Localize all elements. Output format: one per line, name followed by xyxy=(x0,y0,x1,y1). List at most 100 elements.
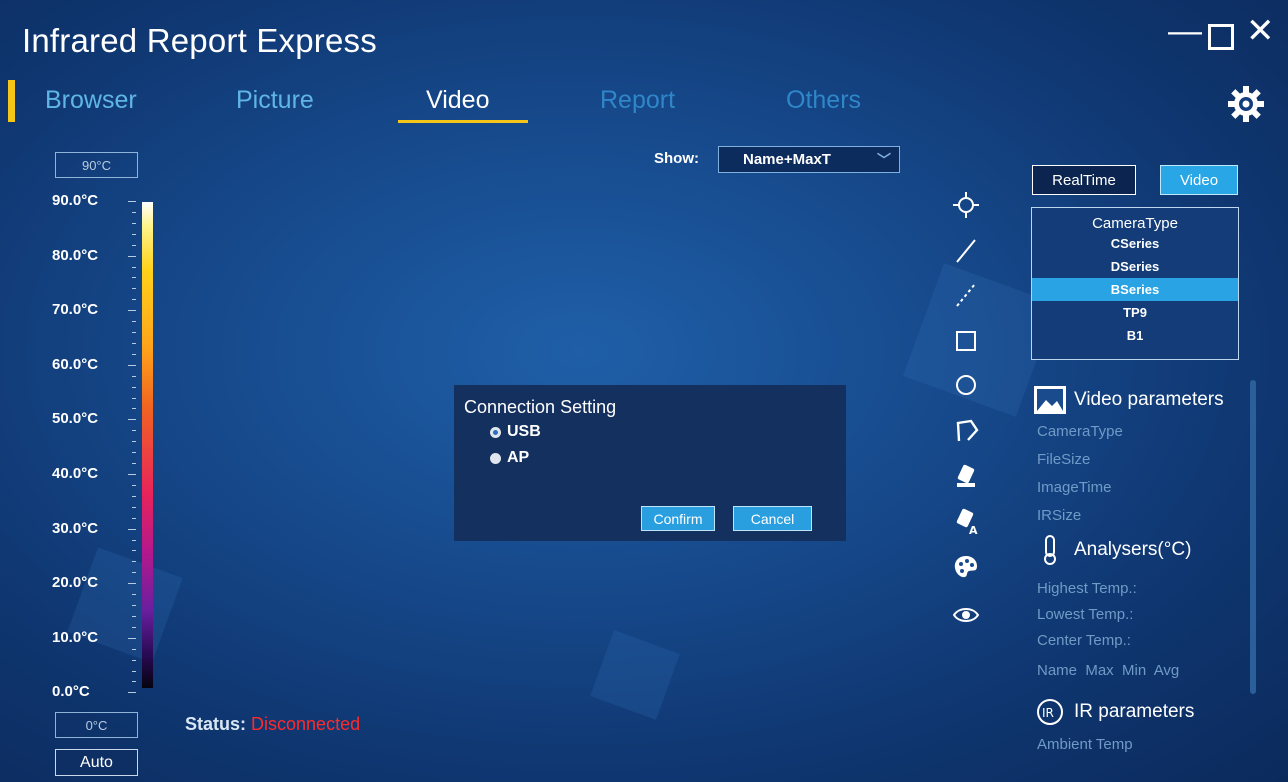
scale-minor-tick xyxy=(132,670,136,672)
video-params-title: Video parameters xyxy=(1074,389,1224,410)
scale-minor-tick xyxy=(132,277,136,279)
auto-button[interactable]: Auto xyxy=(55,749,138,776)
analysers-header: Analysers(°C) xyxy=(1032,534,1191,566)
crosshair-icon[interactable] xyxy=(951,190,981,220)
close-button[interactable]: ✕ xyxy=(1246,14,1275,48)
show-select-value: Name+MaxT xyxy=(743,151,831,168)
status-label: Status: xyxy=(185,714,247,734)
camera-item-b1[interactable]: B1 xyxy=(1032,324,1238,347)
usb-radio[interactable] xyxy=(490,426,501,438)
video-button[interactable]: Video xyxy=(1160,165,1238,195)
scale-minor-tick xyxy=(132,615,136,617)
scale-tick xyxy=(128,310,136,312)
analyser-highest: Highest Temp.: xyxy=(1037,580,1137,597)
eraser-icon[interactable] xyxy=(951,462,981,492)
show-label: Show: xyxy=(654,150,699,167)
background-shape xyxy=(590,630,680,720)
scale-label: 20.0°C xyxy=(52,574,99,592)
eye-icon[interactable] xyxy=(951,600,981,630)
scale-label: 10.0°C xyxy=(52,628,99,646)
eraser-text-icon[interactable]: A xyxy=(951,506,981,536)
scale-minor-tick xyxy=(132,648,136,650)
right-panel-scrollbar[interactable] xyxy=(1250,380,1256,694)
rectangle-icon[interactable] xyxy=(951,326,981,356)
scale-minor-tick xyxy=(132,441,136,443)
analysers-title: Analysers(°C) xyxy=(1074,539,1192,560)
scale-minor-tick xyxy=(132,681,136,683)
tab-report[interactable]: Report xyxy=(600,86,675,115)
tab-others[interactable]: Others xyxy=(786,86,861,115)
circle-icon[interactable] xyxy=(951,370,981,400)
active-tab-underline xyxy=(398,120,528,123)
scale-minor-tick xyxy=(132,550,136,552)
camera-item-tp9[interactable]: TP9 xyxy=(1032,301,1238,324)
camera-item-cseries[interactable]: CSeries xyxy=(1032,232,1238,255)
tab-picture[interactable]: Picture xyxy=(236,86,314,115)
minimize-button[interactable]: — xyxy=(1168,14,1202,48)
scale-minor-tick xyxy=(132,397,136,399)
analyser-center: Center Temp.: xyxy=(1037,632,1131,649)
palette-icon[interactable] xyxy=(951,552,981,582)
ir-params-header: IR IR parameters xyxy=(1032,696,1194,728)
analyser-columns: Name Max Min Avg xyxy=(1037,662,1180,679)
ir-ambient-temp: Ambient Temp xyxy=(1037,736,1133,753)
scale-tick xyxy=(128,528,136,530)
ap-radio-option[interactable]: AP xyxy=(490,449,529,467)
dashed-line-icon[interactable] xyxy=(951,280,981,310)
dialog-title: Connection Setting xyxy=(464,397,617,417)
scale-tick xyxy=(128,583,136,585)
scale-minor-tick xyxy=(132,430,136,432)
color-scale-bar xyxy=(142,202,153,688)
line-icon[interactable] xyxy=(951,236,981,266)
scale-tick xyxy=(128,364,136,366)
scale-minor-tick xyxy=(132,605,136,607)
ir-params-title: IR parameters xyxy=(1074,701,1195,722)
ir-icon: IR xyxy=(1037,699,1063,725)
scale-minor-tick xyxy=(132,342,136,344)
scale-minor-tick xyxy=(132,594,136,596)
confirm-button[interactable]: Confirm xyxy=(641,506,715,531)
scale-minor-tick xyxy=(132,626,136,628)
camera-type-list: CameraType CSeries DSeries BSeries TP9 B… xyxy=(1031,207,1239,360)
gear-icon[interactable] xyxy=(1226,84,1266,124)
chevron-down-icon: ﹀ xyxy=(877,152,891,168)
camera-item-dseries[interactable]: DSeries xyxy=(1032,255,1238,278)
scale-label: 0.0°C xyxy=(52,683,90,701)
scale-tick xyxy=(128,419,136,421)
camera-list-header: CameraType xyxy=(1092,215,1178,232)
scale-minor-tick xyxy=(132,452,136,454)
usb-radio-option[interactable]: USB xyxy=(490,423,541,441)
tab-video[interactable]: Video xyxy=(426,86,490,115)
usb-label: USB xyxy=(507,423,541,440)
scale-tick xyxy=(128,201,136,202)
tab-marker xyxy=(8,80,15,122)
scale-minor-tick xyxy=(132,495,136,497)
tab-browser[interactable]: Browser xyxy=(45,86,137,115)
scale-minor-tick xyxy=(132,211,136,213)
scale-tick xyxy=(128,637,136,639)
param-ir-size: IRSize xyxy=(1037,507,1082,524)
scale-minor-tick xyxy=(132,288,136,290)
max-temp-box[interactable]: 90°C xyxy=(55,152,138,178)
scale-minor-tick xyxy=(132,484,136,486)
ap-label: AP xyxy=(507,449,530,466)
scale-minor-tick xyxy=(132,266,136,268)
scale-label: 50.0°C xyxy=(52,410,99,428)
image-icon xyxy=(1034,386,1066,414)
ap-radio[interactable] xyxy=(490,452,501,464)
show-select[interactable]: Name+MaxT ﹀ xyxy=(718,146,900,173)
svg-text:IR: IR xyxy=(1042,706,1054,720)
cancel-button[interactable]: Cancel xyxy=(733,506,812,531)
realtime-button[interactable]: RealTime xyxy=(1032,165,1136,195)
scale-minor-tick xyxy=(132,244,136,246)
polygon-icon[interactable] xyxy=(951,415,981,445)
scale-tick xyxy=(128,255,136,257)
maximize-button[interactable] xyxy=(1208,24,1234,50)
scale-minor-tick xyxy=(132,332,136,334)
scale-label: 70.0°C xyxy=(52,301,99,319)
min-temp-box[interactable]: 0°C xyxy=(55,712,138,738)
analyser-lowest: Lowest Temp.: xyxy=(1037,606,1134,623)
camera-item-bseries[interactable]: BSeries xyxy=(1032,278,1238,301)
scale-minor-tick xyxy=(132,408,136,410)
thermometer-icon xyxy=(1044,535,1056,565)
